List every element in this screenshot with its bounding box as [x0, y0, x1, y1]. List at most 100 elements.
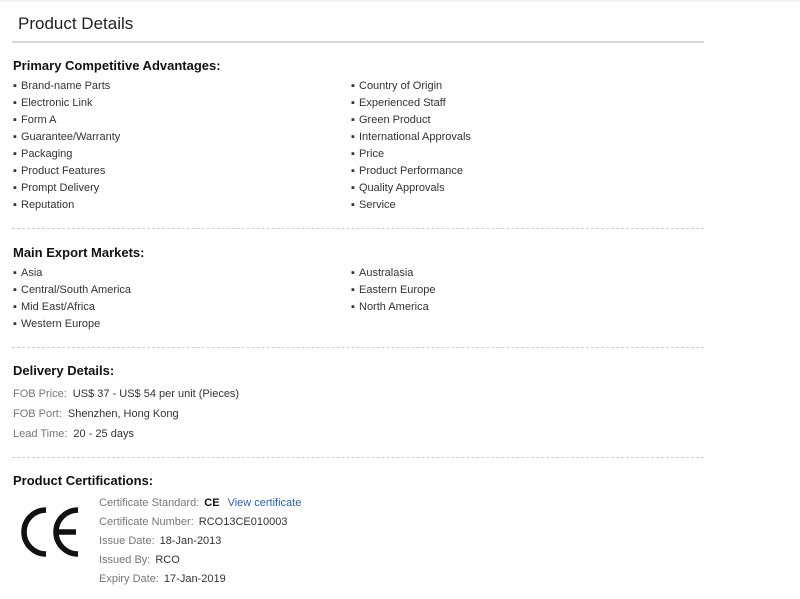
advantage-item-label: Country of Origin: [359, 80, 443, 92]
advantage-item: ▪ Green Product: [351, 112, 471, 129]
advantage-item-label: Electronic Link: [21, 97, 93, 109]
market-item-label: North America: [359, 301, 429, 313]
advantage-item-label: Quality Approvals: [359, 182, 445, 194]
fob-price-value: US$ 37 - US$ 54 per unit (Pieces): [72, 388, 240, 400]
bullet-icon: ▪: [13, 199, 17, 211]
bullet-icon: ▪: [351, 114, 355, 126]
market-item: ▪ Eastern Europe: [351, 282, 435, 299]
certifications-heading: Product Certifications:: [13, 473, 154, 488]
section-divider: [12, 457, 704, 458]
bullet-icon: ▪: [351, 301, 355, 313]
bullet-icon: ▪: [351, 80, 355, 92]
page-title: Product Details: [18, 14, 134, 33]
advantage-item: ▪ Electronic Link: [13, 95, 120, 112]
bullet-icon: ▪: [351, 284, 355, 296]
advantages-left-list: ▪ Brand-name Parts ▪ Electronic Link ▪ Form A…: [13, 78, 120, 214]
bullet-icon: ▪: [13, 284, 17, 296]
market-item-label: Eastern Europe: [359, 284, 436, 296]
advantage-item-label: Product Features: [21, 165, 106, 177]
advantage-item: ▪ Country of Origin: [351, 78, 471, 95]
issued-by-row: Issued By: RCO: [99, 554, 180, 566]
advantage-item: ▪ Product Features: [13, 163, 120, 180]
cert-number-value: RCO13CE010003: [198, 516, 288, 528]
bullet-icon: ▪: [13, 165, 17, 177]
expiry-date-value: 17-Jan-2019: [163, 573, 226, 585]
bullet-icon: ▪: [13, 182, 17, 194]
advantage-item: ▪ Price: [351, 146, 471, 163]
cert-standard-value: CE: [204, 497, 220, 509]
bullet-icon: ▪: [13, 80, 17, 92]
market-item-label: Central/South America: [21, 284, 132, 296]
lead-time-row: Lead Time: 20 - 25 days: [13, 428, 134, 440]
issue-date-row: Issue Date: 18-Jan-2013: [99, 535, 221, 547]
fob-price-label: FOB Price:: [13, 388, 67, 400]
advantage-item-label: Green Product: [359, 114, 431, 126]
cert-number-row: Certificate Number: RCO13CE010003: [99, 516, 287, 528]
markets-left-list: ▪ Asia ▪ Central/South America ▪ Mid East/Afr…: [13, 265, 131, 333]
bullet-icon: ▪: [13, 267, 17, 279]
market-item-label: Western Europe: [21, 318, 101, 330]
advantage-item-label: Brand-name Parts: [21, 80, 111, 92]
market-item: ▪ Asia: [13, 265, 131, 282]
advantage-item-label: Packaging: [21, 148, 73, 160]
market-item: ▪ Western Europe: [13, 316, 131, 333]
advantages-right-list: ▪ Country of Origin ▪ Experienced Staff ▪ Gre…: [351, 78, 471, 214]
issue-date-value: 18-Jan-2013: [159, 535, 222, 547]
bullet-icon: ▪: [351, 97, 355, 109]
bullet-icon: ▪: [13, 301, 17, 313]
advantage-item-label: Prompt Delivery: [21, 182, 100, 194]
bullet-icon: ▪: [351, 148, 355, 160]
expiry-date-label: Expiry Date:: [99, 573, 159, 585]
issued-by-label: Issued By:: [99, 554, 151, 566]
bullet-icon: ▪: [351, 267, 355, 279]
ce-mark-logo: [21, 507, 79, 557]
top-border: [0, 0, 800, 2]
advantage-item: ▪ Brand-name Parts: [13, 78, 120, 95]
advantage-item-label: Product Performance: [359, 165, 463, 177]
fob-port-label: FOB Port:: [13, 408, 62, 420]
fob-port-value: Shenzhen, Hong Kong: [67, 408, 179, 420]
section-divider: [12, 347, 704, 348]
market-item-label: Australasia: [359, 267, 414, 279]
advantage-item: ▪ Quality Approvals: [351, 180, 471, 197]
issued-by-value: RCO: [155, 554, 180, 566]
market-item: ▪ North America: [351, 299, 435, 316]
bullet-icon: ▪: [351, 165, 355, 177]
advantage-item: ▪ Experienced Staff: [351, 95, 471, 112]
advantage-item-label: Reputation: [21, 199, 75, 211]
section-divider: [12, 228, 704, 229]
fob-price-row: FOB Price: US$ 37 - US$ 54 per unit (Piec…: [13, 388, 239, 400]
cert-standard-row: Certificate Standard: CE View certificate: [99, 497, 301, 509]
advantage-item: ▪ Reputation: [13, 197, 120, 214]
delivery-heading: Delivery Details:: [13, 363, 115, 378]
advantage-item-label: Form A: [21, 114, 57, 126]
issue-date-label: Issue Date:: [99, 535, 155, 547]
bullet-icon: ▪: [13, 318, 17, 330]
cert-standard-label: Certificate Standard:: [99, 497, 200, 509]
advantages-heading: Primary Competitive Advantages:: [13, 58, 221, 73]
advantage-item-label: Guarantee/Warranty: [21, 131, 121, 143]
bullet-icon: ▪: [351, 182, 355, 194]
bullet-icon: ▪: [351, 199, 355, 211]
advantage-item: ▪ Packaging: [13, 146, 120, 163]
market-item-label: Asia: [21, 267, 43, 279]
view-certificate-link[interactable]: View certificate: [228, 497, 302, 509]
market-item: ▪ Australasia: [351, 265, 435, 282]
advantage-item: ▪ Service: [351, 197, 471, 214]
lead-time-label: Lead Time:: [13, 428, 68, 440]
bullet-icon: ▪: [351, 131, 355, 143]
advantage-item: ▪ Guarantee/Warranty: [13, 129, 120, 146]
market-item: ▪ Mid East/Africa: [13, 299, 131, 316]
bullet-icon: ▪: [13, 131, 17, 143]
advantage-item: ▪ International Approvals: [351, 129, 471, 146]
cert-number-label: Certificate Number:: [99, 516, 194, 528]
bullet-icon: ▪: [13, 114, 17, 126]
advantage-item: ▪ Form A: [13, 112, 120, 129]
markets-heading: Main Export Markets:: [13, 245, 145, 260]
expiry-date-row: Expiry Date: 17-Jan-2019: [99, 573, 226, 585]
bullet-icon: ▪: [13, 148, 17, 160]
lead-time-value: 20 - 25 days: [73, 428, 134, 440]
advantage-item: ▪ Product Performance: [351, 163, 471, 180]
advantage-item-label: International Approvals: [359, 131, 471, 143]
markets-right-list: ▪ Australasia ▪ Eastern Europe ▪ North Americ…: [351, 265, 435, 316]
